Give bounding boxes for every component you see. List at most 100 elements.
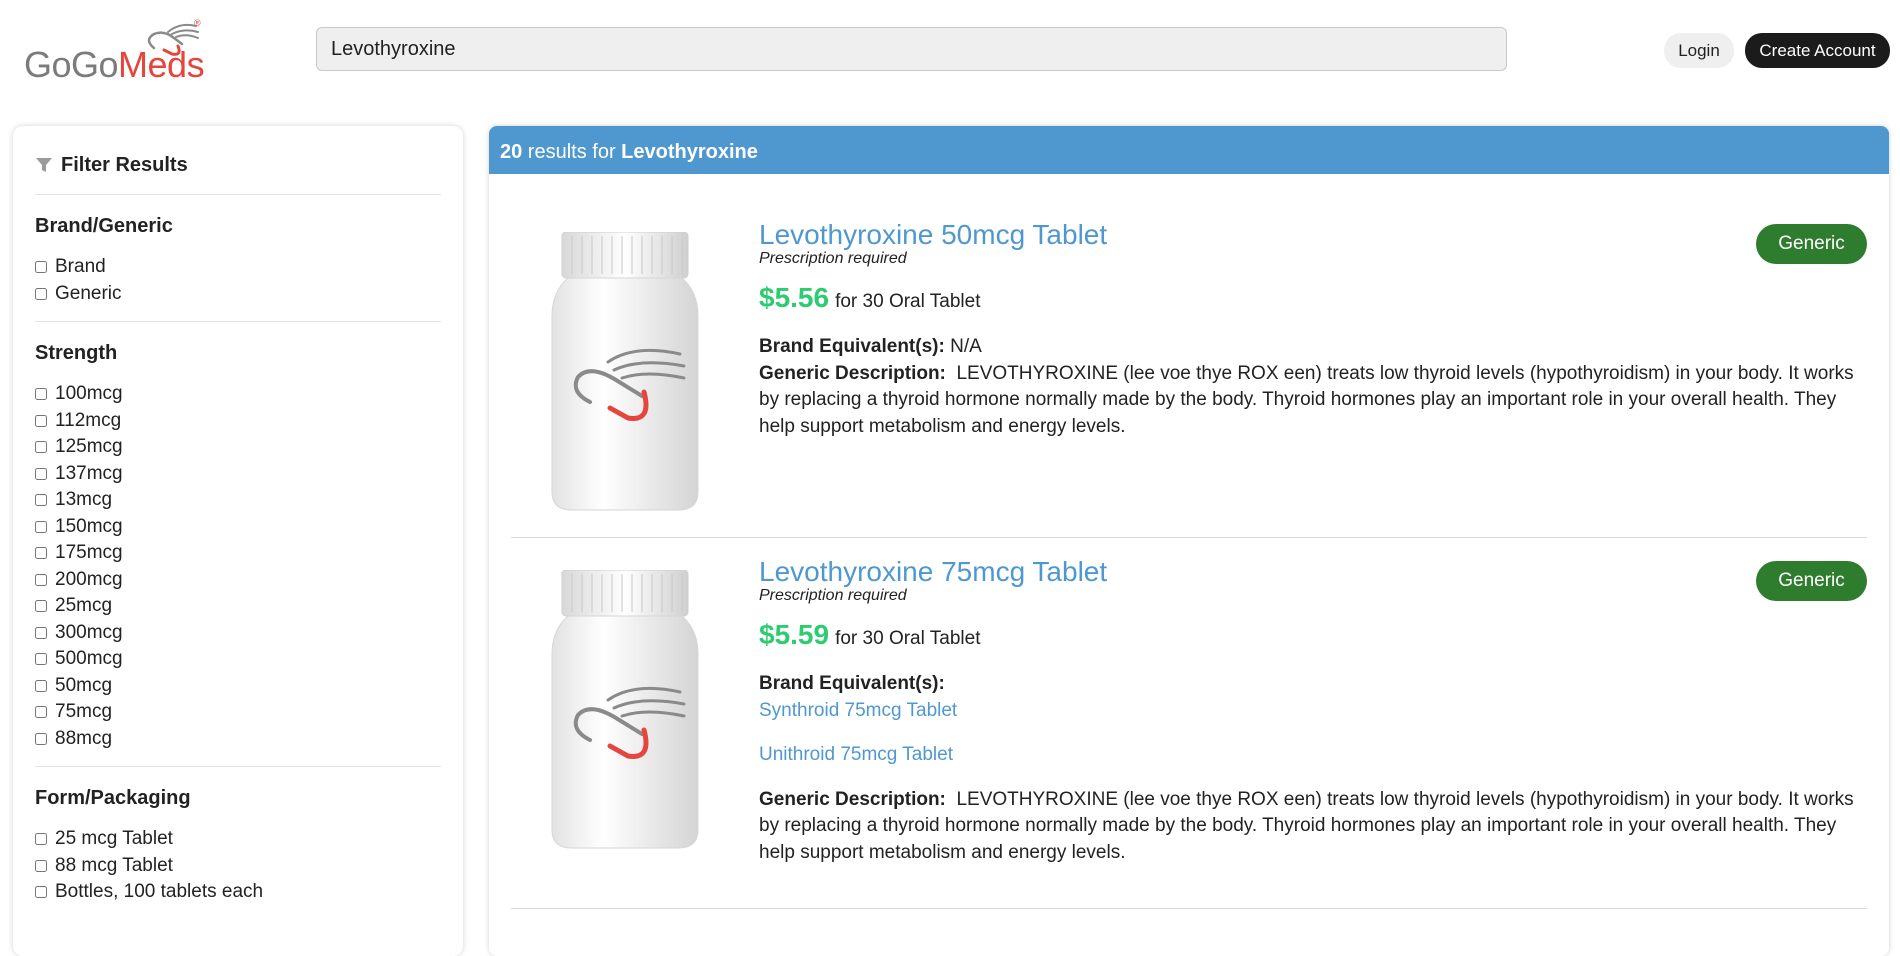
product-name-link[interactable]: Levothyroxine 50mcg Tablet bbox=[759, 220, 1867, 250]
filter-checkbox[interactable] bbox=[35, 573, 47, 586]
brand-equivalents-label: Brand Equivalent(s): bbox=[759, 336, 945, 357]
filter-option-strength[interactable]: 500mcg bbox=[35, 646, 441, 673]
filter-option-label: 100mcg bbox=[55, 383, 123, 405]
product-price: $5.59 bbox=[759, 619, 830, 650]
brand-equivalents: Brand Equivalent(s): N/A bbox=[759, 334, 1859, 361]
filter-option-strength[interactable]: 125mcg bbox=[35, 434, 441, 461]
filter-option-strength[interactable]: 300mcg bbox=[35, 620, 441, 647]
filter-option-form[interactable]: 25 mcg Tablet bbox=[35, 826, 441, 853]
filter-option-form[interactable]: 88 mcg Tablet bbox=[35, 853, 441, 880]
filter-checkbox[interactable] bbox=[35, 626, 47, 639]
product-details: Brand Equivalent(s): Synthroid 75mcg Tab… bbox=[759, 671, 1867, 866]
generic-badge: Generic bbox=[1756, 224, 1867, 264]
funnel-filter-icon bbox=[36, 158, 52, 172]
filter-option-label: 112mcg bbox=[55, 409, 122, 431]
product-list-item: Levothyroxine 50mcg Tablet Prescription … bbox=[511, 174, 1867, 538]
filter-checkbox[interactable] bbox=[35, 520, 47, 533]
filter-option-strength[interactable]: 200mcg bbox=[35, 567, 441, 594]
product-info: Levothyroxine 50mcg Tablet Prescription … bbox=[759, 220, 1867, 440]
filter-checkbox[interactable] bbox=[35, 414, 47, 427]
filter-option-label: 200mcg bbox=[55, 568, 123, 590]
filter-option-strength[interactable]: 137mcg bbox=[35, 461, 441, 488]
logo-gogo: GoGo bbox=[24, 44, 119, 85]
prescription-required-note: Prescription required bbox=[759, 250, 907, 267]
filter-option-label: 88mcg bbox=[55, 727, 113, 749]
filter-option-label: 13mcg bbox=[55, 489, 113, 511]
divider bbox=[35, 194, 441, 195]
filter-option-generic[interactable]: Generic bbox=[35, 281, 441, 308]
filter-option-label: 125mcg bbox=[55, 436, 123, 458]
filter-option-strength[interactable]: 175mcg bbox=[35, 540, 441, 567]
site-header: ® GoGoMeds Login Create Account bbox=[0, 0, 1900, 110]
brand-equivalent-link[interactable]: Unithroid 75mcg Tablet bbox=[759, 742, 1859, 769]
generic-description-label: Generic Description: bbox=[759, 788, 946, 810]
results-text: results for bbox=[522, 141, 622, 163]
logo-wordmark: GoGoMeds bbox=[24, 44, 205, 86]
filter-option-strength[interactable]: 50mcg bbox=[35, 673, 441, 700]
brand-equivalents-value: N/A bbox=[944, 336, 982, 357]
filter-checkbox[interactable] bbox=[35, 886, 47, 899]
price-row: $5.59 for 30 Oral Tablet bbox=[759, 619, 1867, 651]
product-quantity: for 30 Oral Tablet bbox=[835, 628, 981, 649]
filter-checkbox[interactable] bbox=[35, 859, 47, 872]
brand-equivalent-link[interactable]: Synthroid 75mcg Tablet bbox=[759, 698, 1859, 725]
filter-option-label: 150mcg bbox=[55, 515, 123, 537]
filter-option-strength[interactable]: 112mcg bbox=[35, 408, 441, 435]
filter-group-title-strength: Strength bbox=[35, 342, 118, 364]
filter-checkbox[interactable] bbox=[35, 441, 47, 454]
results-count: 20 bbox=[500, 141, 523, 163]
logo-meds: Meds bbox=[118, 44, 205, 85]
filter-checkbox[interactable] bbox=[35, 679, 47, 692]
filter-option-form[interactable]: Bottles, 100 tablets each bbox=[35, 879, 441, 906]
filter-checkbox[interactable] bbox=[35, 494, 47, 507]
results-header: 20 results for Levothyroxine bbox=[489, 126, 1889, 174]
product-quantity: for 30 Oral Tablet bbox=[835, 291, 981, 312]
filter-option-strength[interactable]: 25mcg bbox=[35, 593, 441, 620]
filter-option-label: 25mcg bbox=[55, 595, 113, 617]
filter-option-label: 300mcg bbox=[55, 621, 123, 643]
filter-checkbox[interactable] bbox=[35, 261, 47, 274]
divider bbox=[35, 766, 441, 767]
product-info: Levothyroxine 75mcg Tablet Prescription … bbox=[759, 557, 1867, 866]
search-input[interactable] bbox=[316, 27, 1507, 71]
gogomeds-logo[interactable]: ® GoGoMeds bbox=[24, 18, 205, 85]
login-button[interactable]: Login bbox=[1664, 33, 1734, 68]
filter-checkbox[interactable] bbox=[35, 653, 47, 666]
filter-checkbox[interactable] bbox=[35, 467, 47, 480]
filter-sidebar: Filter Results Brand/Generic Brand Gener… bbox=[13, 126, 463, 956]
results-panel: 20 results for Levothyroxine Levothyroxi… bbox=[489, 126, 1889, 956]
filter-option-label: 175mcg bbox=[55, 542, 123, 564]
filter-option-label: 88 mcg Tablet bbox=[55, 854, 173, 876]
filter-option-label: Generic bbox=[55, 282, 122, 304]
filter-option-strength[interactable]: 75mcg bbox=[35, 699, 441, 726]
filter-checkbox[interactable] bbox=[35, 287, 47, 300]
filter-option-brand[interactable]: Brand bbox=[35, 254, 441, 281]
filter-results-heading: Filter Results bbox=[35, 150, 441, 180]
filter-checkbox[interactable] bbox=[35, 833, 47, 846]
brand-equivalents-label: Brand Equivalent(s): bbox=[759, 673, 945, 694]
pill-bottle-image-icon[interactable] bbox=[550, 570, 700, 850]
divider bbox=[35, 321, 441, 322]
price-row: $5.56 for 30 Oral Tablet bbox=[759, 282, 1867, 314]
product-price: $5.56 bbox=[759, 282, 830, 313]
create-account-button[interactable]: Create Account bbox=[1745, 33, 1890, 68]
prescription-required-note: Prescription required bbox=[759, 587, 907, 604]
filter-option-label: 50mcg bbox=[55, 674, 113, 696]
filter-option-label: Brand bbox=[55, 256, 106, 278]
filter-checkbox[interactable] bbox=[35, 732, 47, 745]
filter-checkbox[interactable] bbox=[35, 388, 47, 401]
filter-option-strength[interactable]: 100mcg bbox=[35, 381, 441, 408]
generic-description-label: Generic Description: bbox=[759, 362, 946, 384]
pill-bottle-image-icon[interactable] bbox=[550, 232, 700, 512]
filter-option-strength[interactable]: 13mcg bbox=[35, 487, 441, 514]
filter-option-strength[interactable]: 150mcg bbox=[35, 514, 441, 541]
filter-checkbox[interactable] bbox=[35, 600, 47, 613]
product-name-link[interactable]: Levothyroxine 75mcg Tablet bbox=[759, 557, 1867, 587]
brand-equivalents: Brand Equivalent(s): bbox=[759, 671, 1859, 698]
generic-description: Generic Description: LEVOTHYROXINE (lee … bbox=[759, 787, 1859, 867]
filter-option-strength[interactable]: 88mcg bbox=[35, 726, 441, 753]
filter-checkbox[interactable] bbox=[35, 706, 47, 719]
filter-checkbox[interactable] bbox=[35, 547, 47, 560]
filter-option-label: 75mcg bbox=[55, 701, 113, 723]
generic-description: Generic Description: LEVOTHYROXINE (lee … bbox=[759, 361, 1859, 441]
